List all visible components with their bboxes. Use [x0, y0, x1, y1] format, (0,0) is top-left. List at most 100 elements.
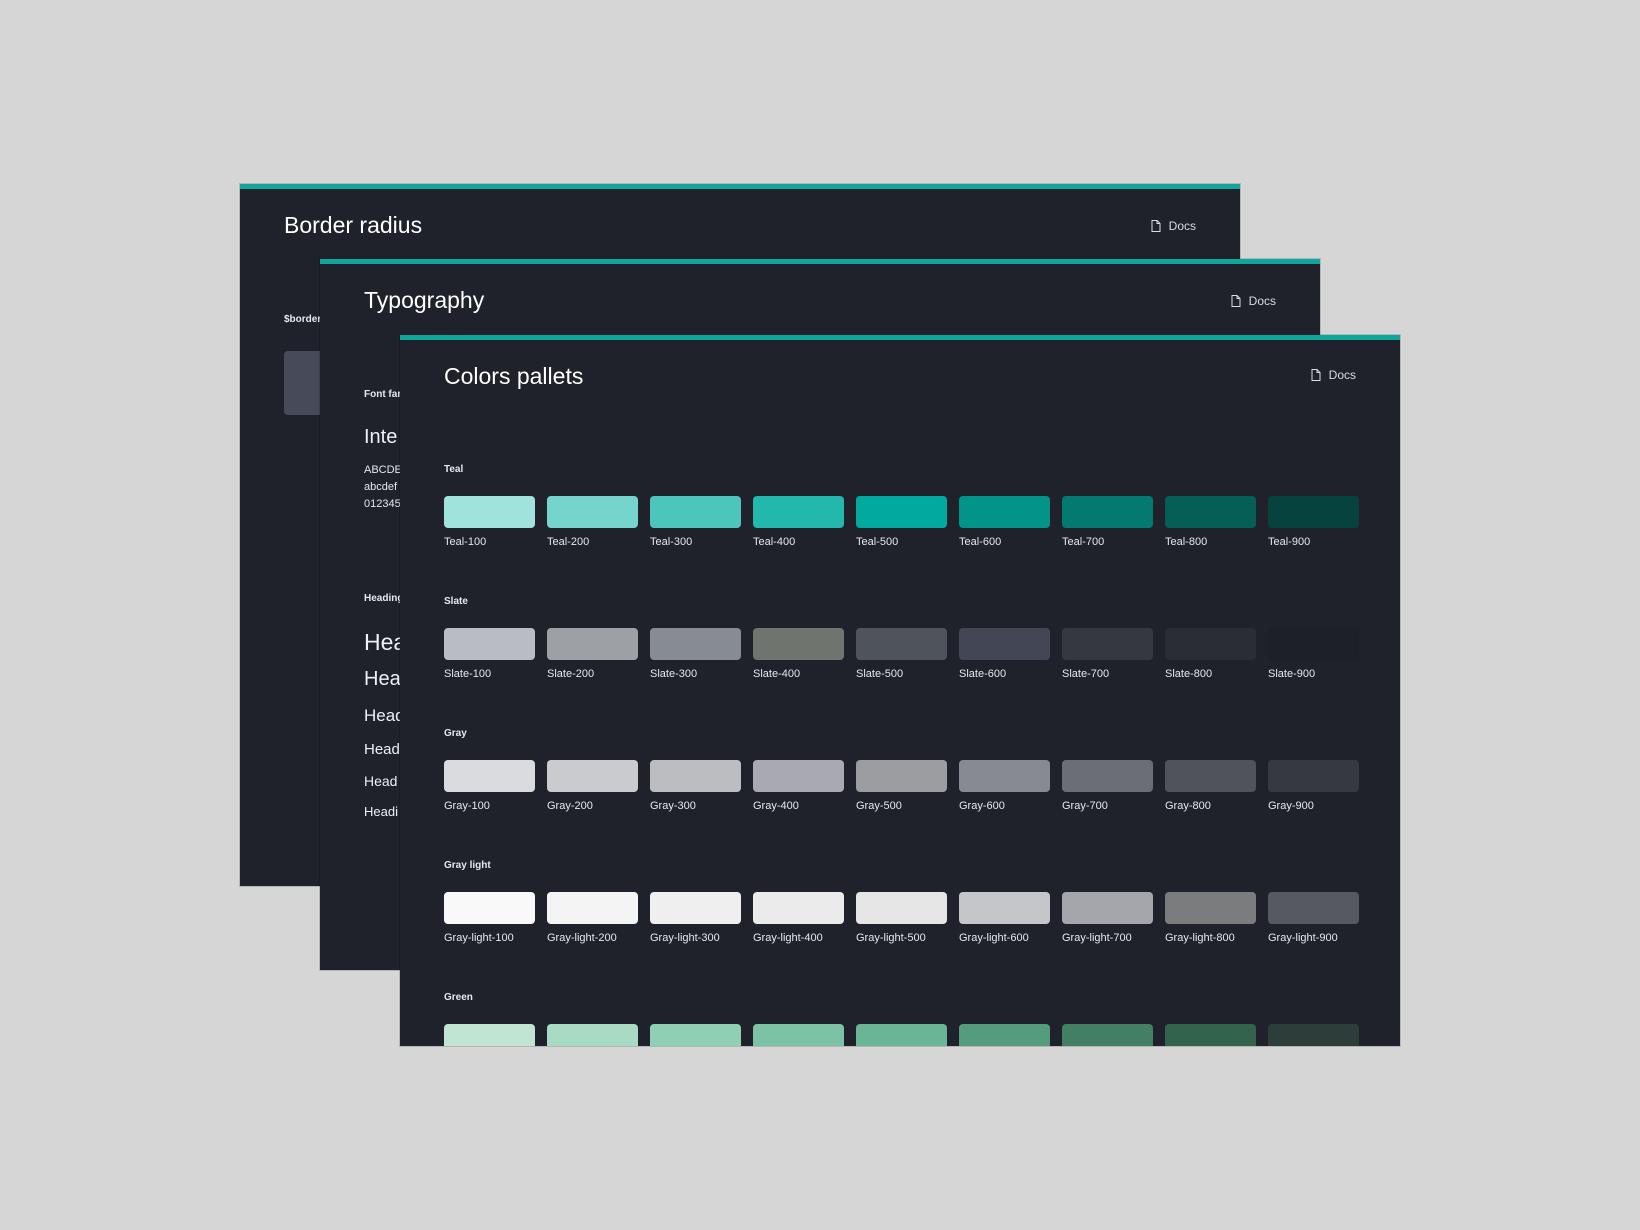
alphabet-line: 012345 [364, 498, 401, 510]
color-swatch[interactable] [1062, 892, 1153, 924]
swatch-item: Slate-400 [753, 628, 844, 680]
swatch-item: Gray-light-400 [753, 892, 844, 944]
color-swatch[interactable] [1268, 760, 1359, 792]
color-swatch[interactable] [547, 496, 638, 528]
palette-section: Gray Gray-100 Gray-200 Gray-300 Gray-400 Gray… [444, 728, 1359, 812]
swatch-label: Gray-300 [650, 800, 696, 812]
swatch-label: Gray-light-500 [856, 932, 926, 944]
color-swatch[interactable] [1268, 628, 1359, 660]
color-swatch[interactable] [1062, 628, 1153, 660]
color-swatch[interactable] [1165, 1024, 1256, 1046]
swatch-label: Slate-100 [444, 668, 492, 680]
color-swatch[interactable] [1165, 760, 1256, 792]
swatch-item: Gray-light-500 [856, 892, 947, 944]
color-swatch[interactable] [547, 628, 638, 660]
color-swatch[interactable] [1268, 892, 1359, 924]
swatch-item: Gray-900 [1268, 760, 1359, 812]
color-swatch[interactable] [547, 1024, 638, 1046]
color-swatch[interactable] [959, 628, 1050, 660]
color-swatch[interactable] [753, 628, 844, 660]
color-swatch[interactable] [650, 892, 741, 924]
swatch-label: Gray-600 [959, 800, 1005, 812]
swatch-item: Teal-800 [1165, 496, 1256, 548]
swatch-item: Slate-300 [650, 628, 741, 680]
swatch-label: Teal-600 [959, 536, 1002, 548]
color-swatch[interactable] [959, 892, 1050, 924]
color-swatch[interactable] [444, 496, 535, 528]
swatch-item: Teal-700 [1062, 496, 1153, 548]
swatch-item [650, 1024, 741, 1046]
docs-link[interactable]: Docs [1151, 219, 1196, 233]
color-swatch[interactable] [753, 496, 844, 528]
swatch-item [444, 1024, 535, 1046]
swatch-item: Slate-500 [856, 628, 947, 680]
swatch-item [856, 1024, 947, 1046]
color-swatch[interactable] [753, 1024, 844, 1046]
swatch-item: Teal-200 [547, 496, 638, 548]
color-swatch[interactable] [753, 760, 844, 792]
swatch-label: Slate-900 [1268, 668, 1316, 680]
color-swatch[interactable] [856, 628, 947, 660]
color-swatch[interactable] [444, 1024, 535, 1046]
color-swatch[interactable] [959, 496, 1050, 528]
color-swatch[interactable] [444, 628, 535, 660]
swatch-item [753, 1024, 844, 1046]
swatch-item: Gray-300 [650, 760, 741, 812]
docs-link[interactable]: Docs [1231, 294, 1276, 308]
swatch-item: Teal-100 [444, 496, 535, 548]
swatch-label: Gray-light-100 [444, 932, 514, 944]
docs-label: Docs [1168, 219, 1196, 233]
color-swatch[interactable] [1165, 892, 1256, 924]
color-swatch[interactable] [444, 760, 535, 792]
color-swatch[interactable] [1062, 1024, 1153, 1046]
swatch-item: Teal-400 [753, 496, 844, 548]
color-swatch[interactable] [547, 892, 638, 924]
swatch-item: Gray-500 [856, 760, 947, 812]
swatch-label: Slate-600 [959, 668, 1007, 680]
swatch-label: Gray-light-600 [959, 932, 1029, 944]
color-swatch[interactable] [856, 760, 947, 792]
color-swatch[interactable] [650, 760, 741, 792]
swatch-item: Slate-900 [1268, 628, 1359, 680]
color-swatch[interactable] [1268, 1024, 1359, 1046]
color-swatch[interactable] [856, 892, 947, 924]
swatch-row [444, 1024, 1359, 1046]
docs-link[interactable]: Docs [1311, 368, 1356, 382]
swatch-label: Teal-700 [1062, 536, 1105, 548]
swatch-label: Gray-light-800 [1165, 932, 1235, 944]
color-swatch[interactable] [650, 496, 741, 528]
color-swatch[interactable] [1062, 760, 1153, 792]
color-swatch[interactable] [1268, 496, 1359, 528]
color-swatch[interactable] [856, 1024, 947, 1046]
color-swatch[interactable] [444, 892, 535, 924]
color-swatch[interactable] [1165, 628, 1256, 660]
color-swatch[interactable] [650, 628, 741, 660]
color-swatch[interactable] [753, 892, 844, 924]
swatch-item: Gray-600 [959, 760, 1050, 812]
swatch-item: Slate-800 [1165, 628, 1256, 680]
swatch-label: Teal-100 [444, 536, 487, 548]
swatch-label: Gray-100 [444, 800, 490, 812]
color-swatch[interactable] [547, 760, 638, 792]
alphabet-line: abcdef [364, 481, 398, 493]
swatch-item [547, 1024, 638, 1046]
palette-section: Gray light Gray-light-100 Gray-light-200 Gr… [444, 860, 1359, 944]
swatch-item: Teal-900 [1268, 496, 1359, 548]
palette-name: Green [444, 992, 473, 1003]
palette-name: Gray light [444, 860, 491, 871]
swatch-label: Gray-900 [1268, 800, 1314, 812]
color-swatch[interactable] [650, 1024, 741, 1046]
card-title: Colors pallets [444, 363, 584, 389]
swatch-item: Slate-700 [1062, 628, 1153, 680]
color-swatch[interactable] [1062, 496, 1153, 528]
color-swatch[interactable] [959, 760, 1050, 792]
palette-section: Slate Slate-100 Slate-200 Slate-300 Slate-40… [444, 596, 1359, 680]
document-icon [1311, 369, 1321, 381]
alphabet-sample: ABCDE abcdef 012345 [364, 462, 402, 513]
swatch-item [1062, 1024, 1153, 1046]
swatch-label: Teal-400 [753, 536, 796, 548]
color-swatch[interactable] [856, 496, 947, 528]
swatch-item: Gray-100 [444, 760, 535, 812]
color-swatch[interactable] [1165, 496, 1256, 528]
color-swatch[interactable] [959, 1024, 1050, 1046]
